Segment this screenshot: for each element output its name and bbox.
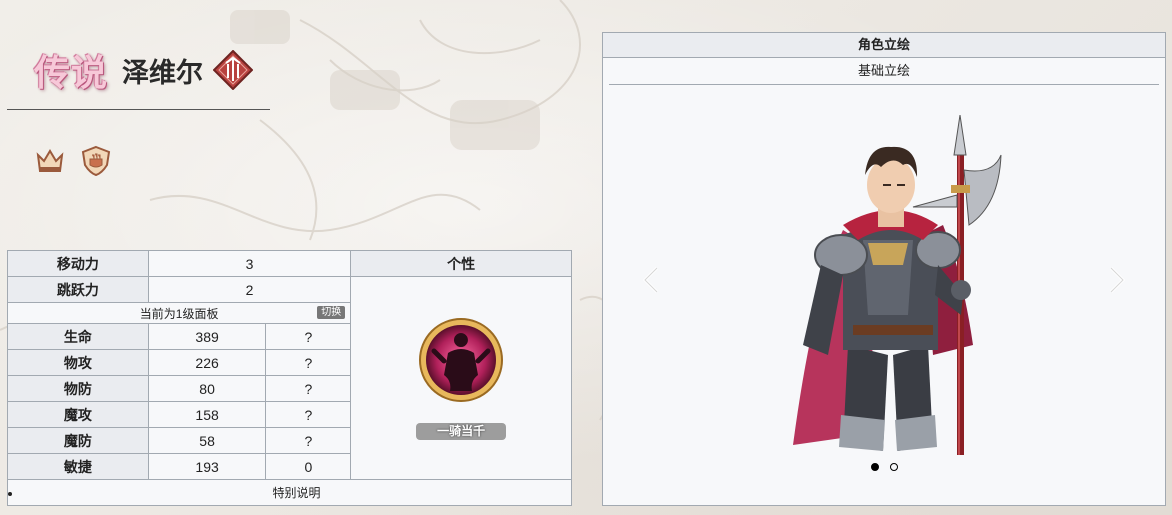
chevron-right-icon[interactable] [1105, 265, 1129, 295]
jump-value: 2 [147, 276, 352, 303]
stat-label: 魔攻 [7, 401, 149, 428]
character-header: 传说 泽维尔 [34, 44, 254, 96]
note-item: 特别说明 [22, 484, 571, 501]
stat-label: 敏捷 [7, 453, 149, 480]
switch-button[interactable]: 切换 [317, 306, 346, 319]
carousel-dot-2[interactable] [889, 463, 898, 471]
stat-growth: ? [265, 427, 352, 454]
panel-note-cell: 当前为1级面板 切换 [6, 302, 352, 324]
crown-icon [36, 149, 64, 172]
character-name: 泽维尔 [122, 57, 204, 88]
stat-value: 193 [147, 453, 267, 480]
stats-table: 移动力 3 个性 跳跃力 2 一骑当千 当前为1级面板 切换 生命 389 ? … [6, 250, 572, 506]
panel-level-note: 当前为1级面板 [139, 306, 219, 321]
trait-cell: 一骑当千 [350, 276, 572, 480]
stat-growth: ? [265, 323, 352, 350]
stat-label: 生命 [7, 323, 149, 350]
header-divider [7, 109, 270, 110]
stat-label: 魔防 [7, 427, 149, 454]
chevron-left-icon[interactable] [639, 265, 663, 295]
spear-class-icon [213, 50, 254, 90]
stat-value: 58 [147, 427, 267, 454]
stat-growth: ? [265, 375, 352, 402]
notes-cell: 特别说明 [7, 479, 572, 506]
stat-growth: ? [265, 401, 352, 428]
stat-label: 物防 [7, 375, 149, 402]
character-portrait-art [793, 115, 1002, 455]
trait-hero-icon [419, 317, 504, 402]
portrait-panel-title: 角色立绘 [603, 33, 1165, 58]
move-value: 3 [147, 250, 352, 277]
stat-value: 158 [147, 401, 267, 428]
stat-value: 226 [147, 349, 267, 376]
stat-label: 物攻 [7, 349, 149, 376]
carousel-dots [603, 463, 1165, 471]
jump-label: 跳跃力 [7, 276, 149, 303]
badge-row [34, 145, 112, 177]
stat-growth: 0 [265, 453, 352, 480]
stat-value: 80 [147, 375, 267, 402]
trait-name-badge: 一骑当千 [416, 422, 507, 440]
move-label: 移动力 [7, 250, 149, 277]
stat-growth: ? [265, 349, 352, 376]
trait-header: 个性 [350, 250, 572, 277]
portrait-panel: 角色立绘 基础立绘 [602, 32, 1166, 506]
fist-shield-icon [81, 145, 111, 177]
carousel-dot-1[interactable] [870, 463, 879, 471]
rarity-label: 传说 [34, 52, 109, 94]
portrait-tab-basic[interactable]: 基础立绘 [609, 58, 1159, 85]
stat-value: 389 [147, 323, 267, 350]
